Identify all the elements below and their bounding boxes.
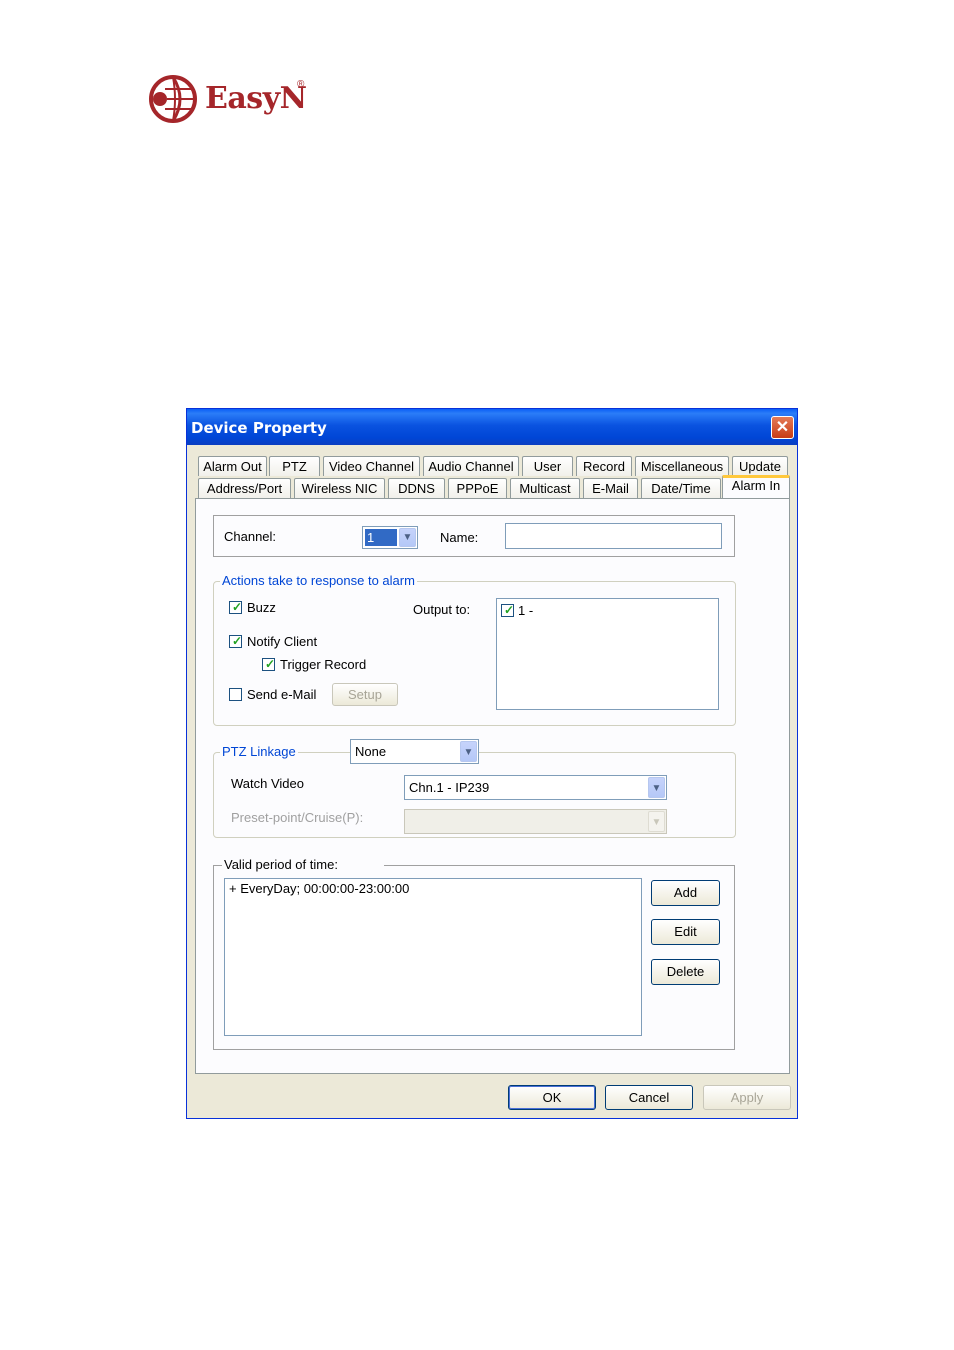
checkmark-icon: ✓ <box>232 600 243 614</box>
channel-group: Channel: 1 ▼ Name: <box>213 515 735 557</box>
ptz-linkage-legend: PTZ Linkage <box>220 744 298 759</box>
delete-button[interactable]: Delete <box>651 959 720 985</box>
preset-select[interactable]: ▼ <box>404 809 667 834</box>
buzz-label: Buzz <box>247 600 276 615</box>
output-1-label: 1 - <box>518 603 534 618</box>
easyn-logo: EasyN ® <box>147 73 317 129</box>
period-legend: Valid period of time: <box>222 857 384 872</box>
tab-ptz[interactable]: PTZ <box>269 456 320 476</box>
channel-value: 1 <box>365 529 397 546</box>
chevron-down-icon: ▼ <box>648 811 665 832</box>
send-email-checkbox[interactable] <box>229 688 242 701</box>
period-list[interactable]: + EveryDay; 00:00:00-23:00:00 <box>224 878 642 1036</box>
buzz-checkbox[interactable]: ✓ <box>229 600 243 614</box>
device-property-dialog: Device Property ✕ Alarm Out PTZ Video Ch… <box>186 408 798 1119</box>
chevron-down-icon[interactable]: ▼ <box>399 528 416 547</box>
close-icon: ✕ <box>775 419 790 436</box>
setup-button[interactable]: Setup <box>332 683 398 706</box>
tab-multicast[interactable]: Multicast <box>510 478 580 498</box>
checkmark-icon: ✓ <box>265 657 276 671</box>
actions-legend: Actions take to response to alarm <box>220 573 417 588</box>
tab-user[interactable]: User <box>522 456 573 476</box>
preset-label: Preset-point/Cruise(P): <box>231 810 364 825</box>
tab-audio-channel[interactable]: Audio Channel <box>423 456 519 476</box>
tab-alarm-in[interactable]: Alarm In <box>722 475 790 498</box>
channel-select[interactable]: 1 ▼ <box>362 526 418 549</box>
ptz-linkage-value: None <box>355 744 387 759</box>
edit-button[interactable]: Edit <box>651 919 720 945</box>
name-field[interactable] <box>505 523 722 549</box>
tab-record[interactable]: Record <box>576 456 632 476</box>
checkmark-icon: ✓ <box>504 603 515 617</box>
tab-video-channel[interactable]: Video Channel <box>323 456 420 476</box>
add-button[interactable]: Add <box>651 880 720 906</box>
tab-update[interactable]: Update <box>732 456 788 476</box>
globe-logo-icon <box>149 75 197 123</box>
output-1-checkbox[interactable]: ✓ <box>501 603 515 617</box>
alarm-in-panel: Channel: 1 ▼ Name: Actions take to respo… <box>195 498 790 1074</box>
notify-client-checkbox[interactable]: ✓ <box>229 634 243 648</box>
tab-date-time[interactable]: Date/Time <box>641 478 721 498</box>
ptz-group: PTZ Linkage None ▼ Watch Video Chn.1 - I… <box>213 739 736 838</box>
checkmark-icon: ✓ <box>232 634 243 648</box>
send-email-label: Send e-Mail <box>247 687 317 702</box>
ok-button[interactable]: OK <box>508 1085 596 1110</box>
chevron-down-icon[interactable]: ▼ <box>460 741 477 762</box>
chevron-down-icon[interactable]: ▼ <box>648 777 665 798</box>
list-item[interactable]: + EveryDay; 00:00:00-23:00:00 <box>229 881 409 896</box>
name-label: Name: <box>440 530 479 545</box>
tab-wireless-nic[interactable]: Wireless NIC <box>294 478 385 498</box>
apply-button[interactable]: Apply <box>703 1085 791 1110</box>
period-group: Valid period of time: + EveryDay; 00:00:… <box>213 857 735 1050</box>
channel-label: Channel: <box>224 529 277 544</box>
trigger-record-checkbox[interactable]: ✓ <box>262 657 276 671</box>
tab-address-port[interactable]: Address/Port <box>198 478 291 498</box>
watch-video-select[interactable]: Chn.1 - IP239 ▼ <box>404 775 667 800</box>
tab-email[interactable]: E-Mail <box>583 478 638 498</box>
notify-client-label: Notify Client <box>247 634 318 649</box>
tab-miscellaneous[interactable]: Miscellaneous <box>635 456 729 476</box>
actions-group: Actions take to response to alarm ✓ Buzz… <box>213 573 736 726</box>
close-button[interactable]: ✕ <box>771 416 794 439</box>
output-list[interactable]: ✓ 1 - <box>496 598 719 710</box>
title-bar[interactable]: Device Property ✕ <box>187 409 797 445</box>
cancel-button[interactable]: Cancel <box>605 1085 693 1110</box>
brand-name: EasyN <box>205 81 307 116</box>
tab-pppoe[interactable]: PPPoE <box>448 478 507 498</box>
registered-mark: ® <box>297 79 305 90</box>
trigger-record-label: Trigger Record <box>280 657 367 672</box>
watch-video-label: Watch Video <box>231 776 304 791</box>
watch-video-value: Chn.1 - IP239 <box>409 780 490 795</box>
ptz-linkage-select[interactable]: None ▼ <box>350 739 479 764</box>
tab-alarm-out[interactable]: Alarm Out <box>198 456 267 476</box>
output-to-label: Output to: <box>413 602 471 617</box>
window-title: Device Property <box>191 419 327 437</box>
tab-ddns[interactable]: DDNS <box>388 478 445 498</box>
